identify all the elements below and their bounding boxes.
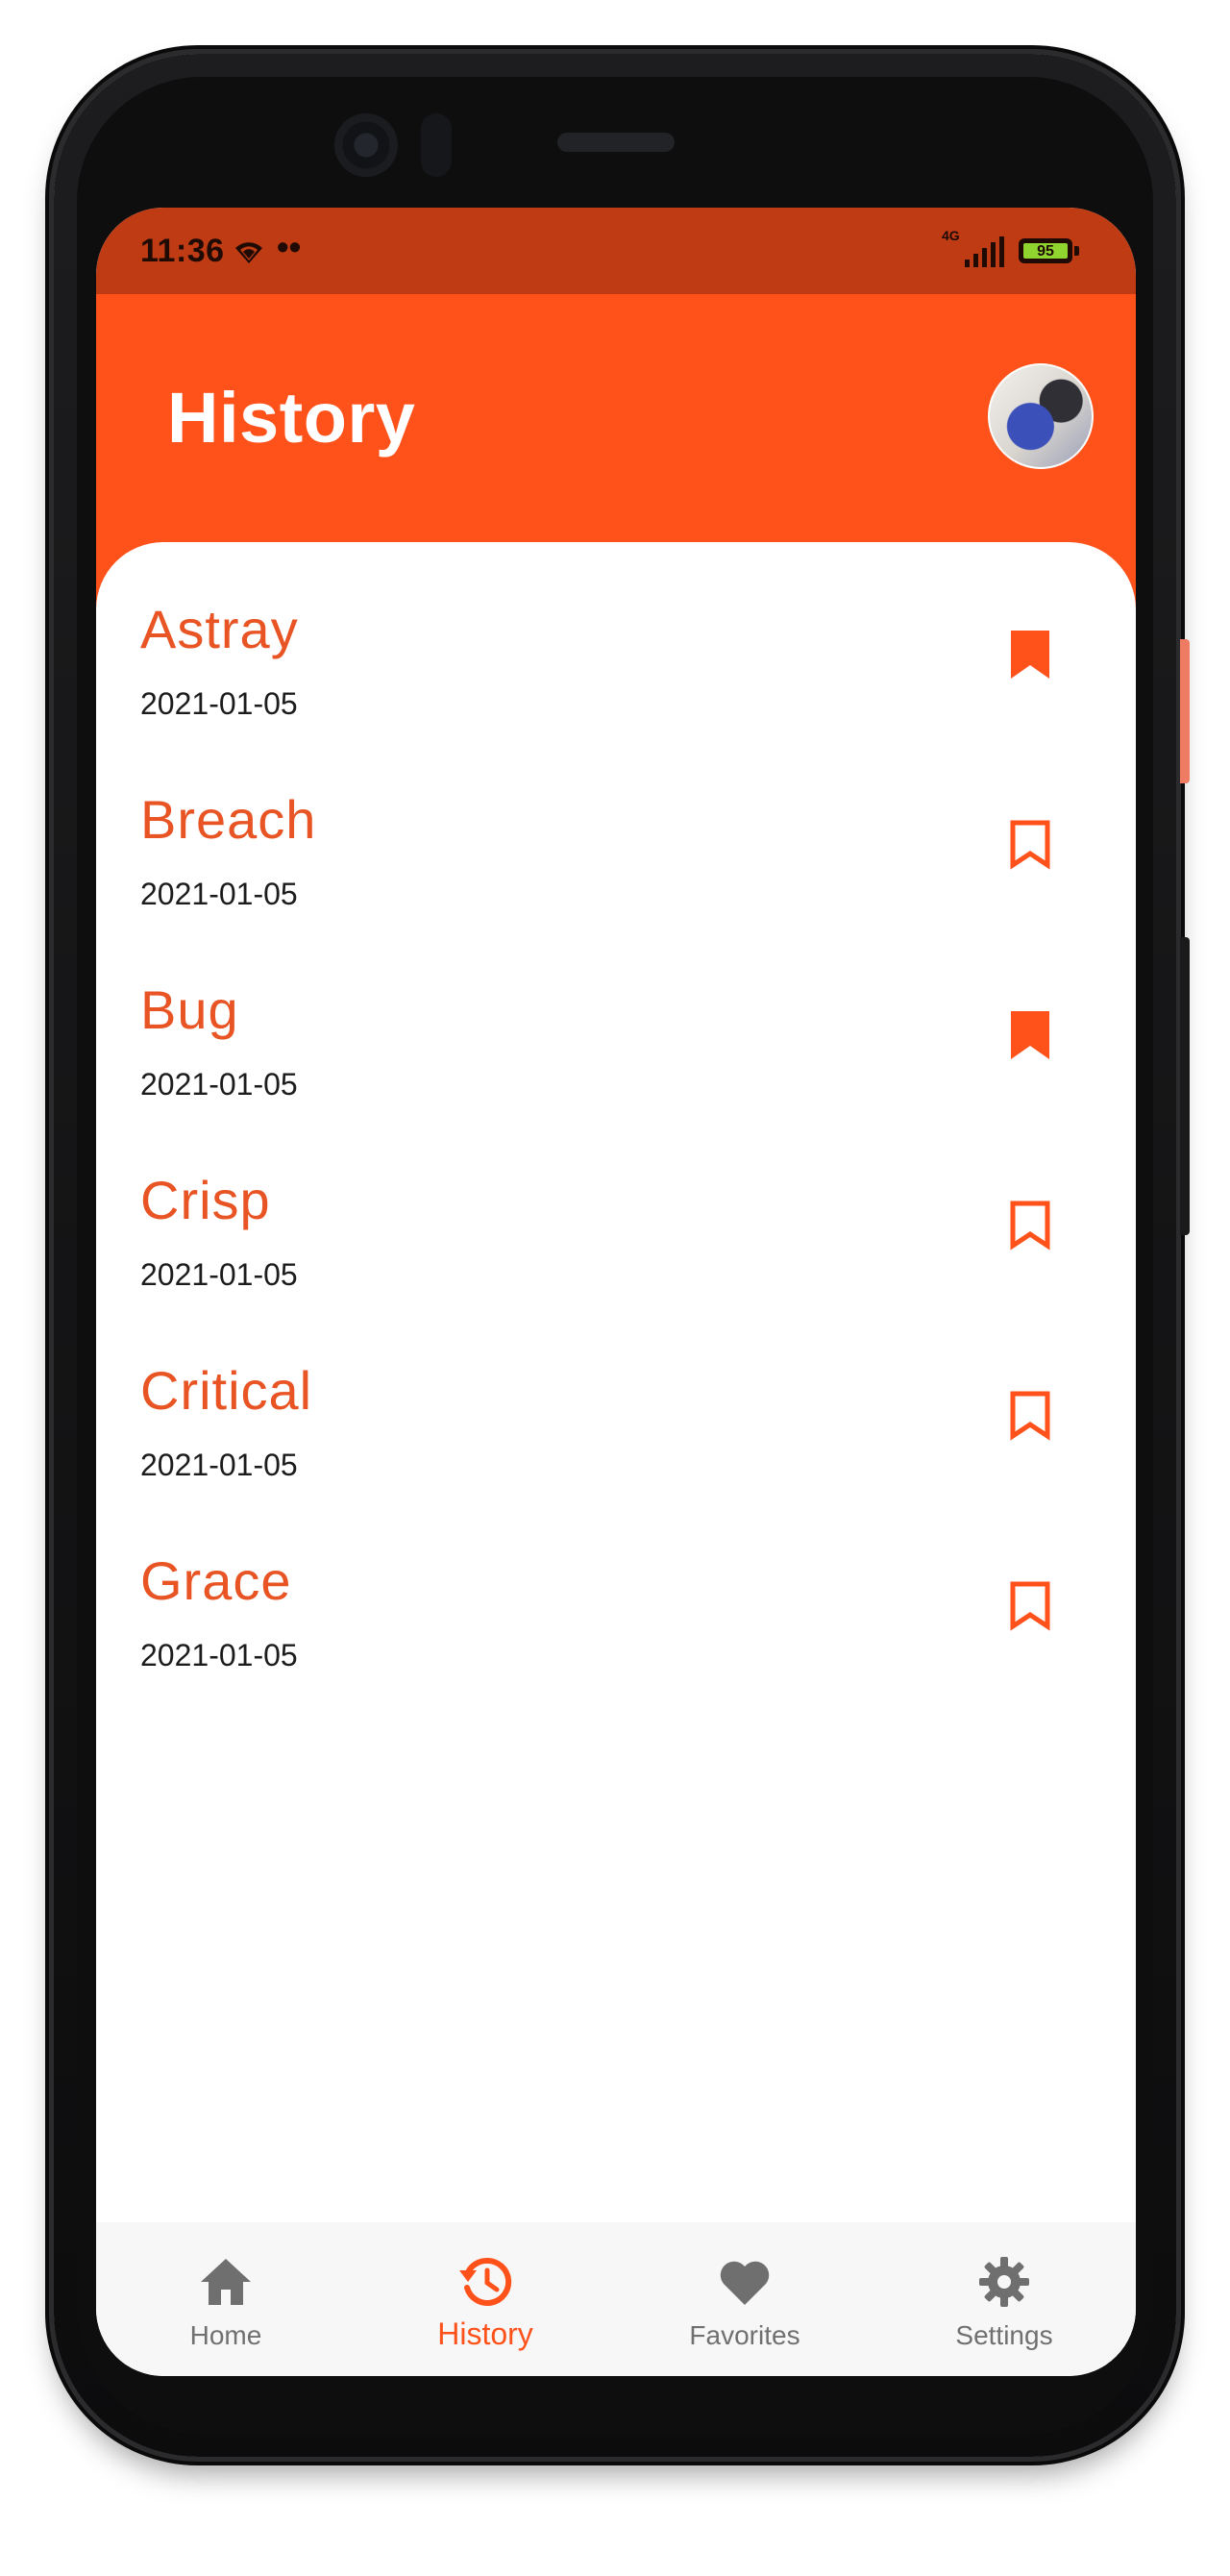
wifi-icon bbox=[235, 242, 262, 263]
volume-button bbox=[1180, 937, 1190, 1235]
bookmark-filled-icon[interactable] bbox=[1009, 629, 1051, 681]
nav-label: Home bbox=[189, 2320, 262, 2350]
history-date: 2021-01-05 bbox=[140, 1638, 298, 1672]
battery-level: 95 bbox=[1023, 243, 1068, 260]
heart-icon bbox=[720, 2261, 770, 2305]
bookmark-outline-icon[interactable] bbox=[1009, 1200, 1051, 1251]
history-date: 2021-01-05 bbox=[140, 1257, 298, 1292]
history-word: Bug bbox=[140, 979, 239, 1040]
signal-icon bbox=[965, 236, 1004, 267]
list-item[interactable]: Grace 2021-01-05 bbox=[96, 1523, 1136, 1713]
history-list: Astray 2021-01-05 Breach 2021-01-05 Bug … bbox=[96, 571, 1136, 1713]
network-type-label: 4G bbox=[942, 228, 960, 243]
front-camera-icon bbox=[334, 113, 398, 177]
earpiece-speaker bbox=[557, 133, 675, 152]
sensor-icon bbox=[421, 113, 452, 177]
bookmark-outline-icon[interactable] bbox=[1009, 1390, 1051, 1442]
bookmark-outline-icon[interactable] bbox=[1009, 1580, 1051, 1632]
gear-icon bbox=[979, 2257, 1029, 2307]
status-time: 11:36 bbox=[140, 233, 225, 269]
notification-dots: •• bbox=[277, 227, 302, 266]
status-bar: 11:36 •• 4G 95 bbox=[96, 208, 1136, 294]
history-panel: Astray 2021-01-05 Breach 2021-01-05 Bug … bbox=[96, 542, 1136, 2157]
page-title: History bbox=[167, 378, 416, 458]
device-frame: 11:36 •• 4G 95 History Astray 2021-01-05… bbox=[0, 0, 1230, 2576]
history-date: 2021-01-05 bbox=[140, 1067, 298, 1102]
list-item[interactable]: Breach 2021-01-05 bbox=[96, 761, 1136, 952]
nav-history[interactable]: History bbox=[356, 2222, 615, 2376]
history-date: 2021-01-05 bbox=[140, 1448, 298, 1482]
battery-icon: 95 bbox=[1019, 238, 1072, 263]
history-word: Grace bbox=[140, 1550, 292, 1611]
bookmark-outline-icon[interactable] bbox=[1009, 819, 1051, 871]
home-icon bbox=[201, 2259, 251, 2305]
avatar[interactable] bbox=[988, 363, 1094, 469]
list-item[interactable]: Crisp 2021-01-05 bbox=[96, 1142, 1136, 1332]
list-item[interactable]: Critical 2021-01-05 bbox=[96, 1332, 1136, 1523]
bottom-navigation: Home History Favorites Settings bbox=[96, 2222, 1136, 2376]
nav-label: Favorites bbox=[689, 2320, 800, 2350]
list-item[interactable]: Astray 2021-01-05 bbox=[96, 571, 1136, 761]
history-date: 2021-01-05 bbox=[140, 686, 298, 721]
history-word: Breach bbox=[140, 789, 317, 850]
history-word: Crisp bbox=[140, 1170, 271, 1230]
list-item[interactable]: Bug 2021-01-05 bbox=[96, 952, 1136, 1142]
history-icon bbox=[459, 2257, 512, 2306]
nav-favorites[interactable]: Favorites bbox=[615, 2222, 874, 2376]
nav-home[interactable]: Home bbox=[96, 2222, 356, 2376]
app-screen: 11:36 •• 4G 95 History Astray 2021-01-05… bbox=[96, 208, 1136, 2376]
bookmark-filled-icon[interactable] bbox=[1009, 1009, 1051, 1061]
nav-settings[interactable]: Settings bbox=[874, 2222, 1134, 2376]
battery-tip bbox=[1074, 246, 1079, 256]
history-word: Astray bbox=[140, 599, 299, 659]
nav-label: Settings bbox=[955, 2320, 1053, 2350]
nav-label: History bbox=[437, 2316, 533, 2351]
history-date: 2021-01-05 bbox=[140, 877, 298, 911]
history-word: Critical bbox=[140, 1360, 313, 1421]
power-button bbox=[1180, 639, 1190, 783]
